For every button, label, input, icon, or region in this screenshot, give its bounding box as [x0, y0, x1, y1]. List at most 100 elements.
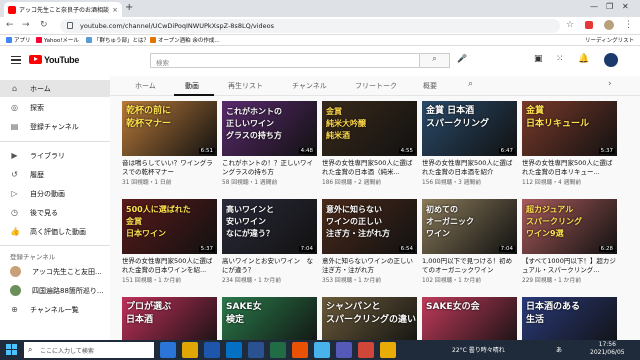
taskbar-app-icon[interactable]	[336, 342, 352, 358]
video-title[interactable]: 意外に知らないワインの正しい注ぎ方・注がれ方	[322, 257, 417, 274]
taskbar-app-icon[interactable]	[182, 342, 198, 358]
taskbar-app-icon[interactable]	[358, 342, 374, 358]
maximize-icon[interactable]: ❐	[606, 2, 613, 11]
taskbar-app-icon[interactable]	[204, 342, 220, 358]
video-title[interactable]: 1,000円以下で見つける！初めてのオーガニックワイン	[422, 257, 517, 274]
taskbar-app-icon[interactable]	[248, 342, 264, 358]
search-button[interactable]: ⌕	[420, 53, 450, 68]
thumbnail-caption: シャンパンと	[326, 302, 381, 312]
video-title[interactable]: 【すべて1000円以下！】超カジュアル・スパークリング...	[522, 257, 617, 274]
video-card[interactable]: 高いワインと 安いワイン なにが違う？ 7:04 高いワインとお安いワイン なにが違う…	[222, 199, 317, 284]
taskbar-app-icon[interactable]	[380, 342, 396, 358]
tab-close-icon[interactable]: ×	[112, 6, 118, 14]
menu-icon[interactable]	[11, 56, 21, 64]
video-thumbnail[interactable]: 乾杯の前に 乾杯マナー 6:51	[122, 101, 217, 156]
reading-list[interactable]: リーディングリスト	[585, 36, 634, 44]
video-title[interactable]: これがホントの！？正しいワイングラスの持ち方	[222, 159, 317, 176]
tab-videos[interactable]: 動画	[185, 81, 199, 91]
video-title[interactable]: 世界の女性専門家500人に選ばれた金賞の日本酒（純米...	[322, 159, 417, 176]
taskbar-app-icon[interactable]	[314, 342, 330, 358]
sidebar-item-explore[interactable]: ◎ 探索	[0, 99, 110, 116]
video-thumbnail[interactable]: 高いワインと 安いワイン なにが違う？ 7:04	[222, 199, 317, 254]
channel-search-icon[interactable]: ⌕	[468, 79, 473, 89]
video-thumbnail[interactable]: これがホントの 正しいワイン グラスの持ち方 4:48	[222, 101, 317, 156]
tab-home[interactable]: ホーム	[135, 81, 156, 91]
thumbnail-caption: 日本ワイン	[126, 229, 166, 238]
sidebar-item-history[interactable]: ↺ 履歴	[0, 166, 110, 183]
youtube-logo-text[interactable]: YouTube	[44, 55, 79, 65]
search-input[interactable]: 検索	[150, 53, 420, 68]
video-card[interactable]: 500人に選ばれた 金賞 日本ワイン 5:37 世界の女性専門家500人に選ばれた金賞…	[122, 199, 217, 284]
start-windows-icon[interactable]	[6, 344, 17, 355]
sidebar-item-library[interactable]: ▶ ライブラリ	[0, 147, 110, 164]
youtube-logo-icon[interactable]	[29, 55, 42, 64]
bookmark-item[interactable]: アプリ	[6, 36, 31, 44]
video-card[interactable]: 初めての オーガニック ワイン 7:04 1,000円以下で見つける！初めてのオーガニ…	[422, 199, 517, 284]
taskbar-app-icon[interactable]	[270, 342, 286, 358]
video-title[interactable]: 世界の女性専門家500人に選ばれた金賞の日本ワインを紹...	[122, 257, 217, 274]
account-avatar[interactable]	[604, 53, 618, 67]
tab-about[interactable]: 概要	[423, 81, 437, 91]
thumbnail-caption: 正しいワイン	[226, 119, 274, 128]
bookmark-item[interactable]: Yahoo!メール	[36, 36, 79, 44]
bookmark-item[interactable]: 「群ちゅう部」とは？	[86, 36, 149, 44]
system-clock[interactable]: 17:56 2021/06/05	[590, 341, 625, 357]
video-thumbnail[interactable]: 初めての オーガニック ワイン 7:04	[422, 199, 517, 254]
more-menu-icon[interactable]: ⋮	[624, 20, 633, 30]
video-title[interactable]: 高いワインとお安いワイン なにが違う？	[222, 257, 317, 274]
sidebar-item-home[interactable]: ⌂ ホーム	[0, 80, 110, 97]
video-card[interactable]: 金賞 日本リキュール 5:37 世界の女性専門家500人に選ばれた金賞の日本リキュー…	[522, 101, 617, 186]
sidebar-item-subscriptions[interactable]: ▤ 登録チャンネル	[0, 118, 110, 135]
video-title[interactable]: 世界の女性専門家500人に選ばれた金賞の日本リキュー...	[522, 159, 617, 176]
tabs-next-icon[interactable]: ›	[608, 79, 612, 89]
back-icon[interactable]: ←	[6, 20, 14, 30]
bookmark-item[interactable]: オープン酒粕 余の作成...	[150, 36, 220, 44]
taskbar-search-input[interactable]: ⌕ ここに入力して検索	[24, 342, 154, 358]
reload-icon[interactable]: ↻	[40, 20, 48, 30]
ime-indicator[interactable]: あ	[556, 345, 562, 354]
video-card[interactable]: 金賞 日本酒 スパークリング 6:47 世界の女性専門家500人に選ばれた金賞の日本…	[422, 101, 517, 186]
video-thumbnail[interactable]: 超カジュアル スパークリング ワイン9選 6:28	[522, 199, 617, 254]
create-video-icon[interactable]: ▣	[534, 54, 543, 64]
sidebar-item-liked[interactable]: 👍 高く評価した動画	[0, 223, 110, 240]
thumbnail-caption: 検定	[226, 315, 245, 325]
video-card[interactable]: 超カジュアル スパークリング ワイン9選 6:28 【すべて1000円以下！】超カジュ…	[522, 199, 617, 284]
video-title[interactable]: 音は鳴らしていい？ワイングラスでの乾杯マナー	[122, 159, 217, 176]
sidebar-item-watch-later[interactable]: ◷ 後で見る	[0, 204, 110, 221]
video-card[interactable]: 乾杯の前に 乾杯マナー 6:51 音は鳴らしていい？ワイングラスでの乾杯マナー 31 …	[122, 101, 217, 186]
video-card[interactable]: 意外に知らない ワインの正しい 注ぎ方・注がれ方 6:54 意外に知らないワインの正し…	[322, 199, 417, 284]
subscription-item[interactable]: 四国遍路88箇所巡り...	[0, 282, 110, 299]
video-title[interactable]: 世界の女性専門家500人に選ばれた金賞の日本酒を紹介	[422, 159, 517, 176]
video-thumbnail[interactable]: 500人に選ばれた 金賞 日本ワイン 5:37	[122, 199, 217, 254]
forward-icon[interactable]: →	[22, 20, 30, 30]
taskbar-app-icon[interactable]	[292, 342, 308, 358]
notifications-icon[interactable]: 🔔	[578, 54, 589, 64]
mic-icon[interactable]: 🎤	[457, 54, 467, 63]
video-thumbnail[interactable]: 意外に知らない ワインの正しい 注ぎ方・注がれ方 6:54	[322, 199, 417, 254]
video-thumbnail[interactable]: 金賞 日本リキュール 5:37	[522, 101, 617, 156]
taskbar-app-icon[interactable]	[226, 342, 242, 358]
extension-icon[interactable]	[585, 21, 593, 29]
tab-free-talk[interactable]: フリートーク	[355, 81, 397, 91]
tab-channels[interactable]: チャンネル	[292, 81, 327, 91]
url-input[interactable]: youtube.com/channel/UCwDiPoqINWUPkXspZ-8…	[60, 19, 560, 33]
star-icon[interactable]: ☆	[566, 20, 574, 30]
subscription-item[interactable]: アッコ先生こと友田...	[0, 263, 110, 280]
sidebar-item-your-videos[interactable]: ▷ 自分の動画	[0, 185, 110, 202]
watch-later-icon: ◷	[11, 208, 18, 217]
close-window-icon[interactable]: ✕	[622, 2, 629, 11]
taskbar-app-icon[interactable]	[160, 342, 176, 358]
video-thumbnail[interactable]: 金賞 日本酒 スパークリング 6:47	[422, 101, 517, 156]
profile-avatar[interactable]	[604, 20, 614, 30]
minimize-icon[interactable]: —	[590, 2, 598, 11]
subscription-item[interactable]: ⊕ チャンネル一覧	[0, 301, 110, 318]
browser-tab[interactable]: アッコ先生こと奈良子のお酒相談... ×	[4, 2, 122, 17]
weather-widget[interactable]: 22°C 曇り時々晴れ	[452, 345, 505, 354]
video-card[interactable]: これがホントの 正しいワイン グラスの持ち方 4:48 これがホントの！？正しいワイン…	[222, 101, 317, 186]
thumbnail-caption: 意外に知らない	[326, 205, 382, 214]
video-card[interactable]: 金賞 純米大吟醸 純米酒 4:55 世界の女性専門家500人に選ばれた金賞の日本酒（純…	[322, 101, 417, 186]
apps-grid-icon[interactable]: ⁙	[556, 54, 564, 64]
video-thumbnail[interactable]: 金賞 純米大吟醸 純米酒 4:55	[322, 101, 417, 156]
new-tab-button[interactable]: +	[125, 2, 133, 13]
tab-playlists[interactable]: 再生リスト	[228, 81, 263, 91]
